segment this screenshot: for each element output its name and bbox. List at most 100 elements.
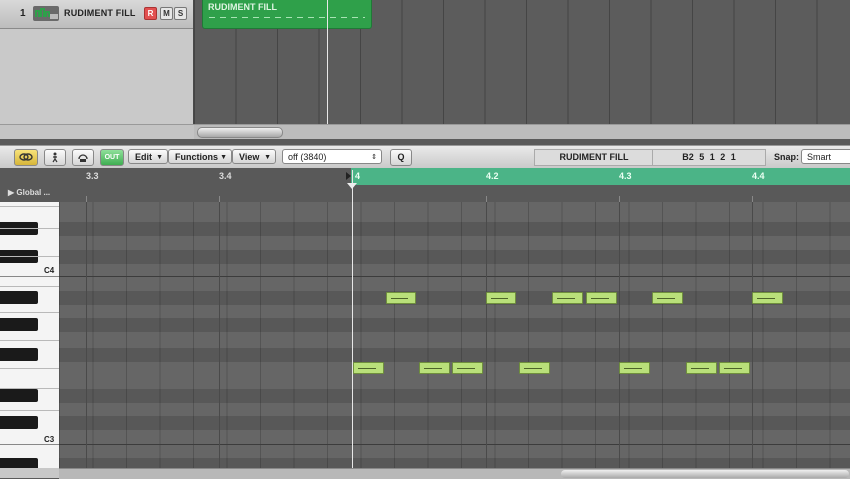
arrange-scroll-thumb[interactable] [197,127,283,138]
black-key-row [59,250,850,264]
beat-line [219,202,220,468]
midi-note[interactable] [586,292,617,304]
ruler-label-4-3: 4.3 [619,171,632,181]
octave-divider [0,444,59,445]
region-note-preview [209,14,365,22]
arrange-horizontal-scrollbar[interactable] [194,124,850,139]
stepper-arrows-icon: ⇕ [371,154,377,161]
black-key[interactable] [0,416,38,429]
black-key-row [59,222,850,236]
walking-man-icon [52,152,58,163]
black-key-row [59,416,850,430]
chevron-down-icon: ▼ [264,154,271,161]
piano-roll-scroll-thumb[interactable] [561,470,849,478]
midi-note[interactable] [419,362,450,374]
record-enable-button[interactable]: R [144,7,157,20]
drum-kit-icon [33,6,59,21]
quantize-value: off (3840) [288,152,327,162]
functions-menu-label: Functions [175,152,218,162]
ruler-label-4: 4 [355,171,361,181]
note-grid[interactable] [59,202,850,468]
snap-label: Snap: [774,152,800,162]
playhead-triangle-icon[interactable] [347,183,357,189]
ruler-label-4-2: 4.2 [486,171,499,181]
quantize-select[interactable]: off (3840) ⇕ [282,149,382,164]
arrange-playhead[interactable] [327,0,328,124]
region-name-display: RUDIMENT FILL [534,149,654,166]
playhead-flag-icon [346,172,351,180]
white-key-divider [0,410,59,411]
beat-line [486,202,487,468]
octave-line [59,276,850,277]
mute-button[interactable]: M [160,7,173,20]
midi-region[interactable]: RUDIMENT FILL [202,0,372,29]
ruler-label-3-4: 3.4 [219,171,232,181]
arrange-area: 1 RUDIMENT FILL R M S RUDIMENT FILL [0,0,850,139]
position-display: B2 5 1 2 1 [652,149,766,166]
black-key[interactable] [0,291,38,304]
catch-playhead-button[interactable] [44,149,66,166]
solo-button[interactable]: S [174,7,187,20]
content-catch-button[interactable] [72,149,94,166]
octave-divider [0,276,59,277]
track-list-footer [0,124,194,139]
midi-out-button[interactable]: OUT [100,149,124,166]
c3-label: C3 [44,435,55,444]
global-tracks-disclosure[interactable]: ▶ Global ... [0,185,59,201]
chevron-down-icon: ▼ [156,154,163,161]
view-menu-label: View [239,152,260,162]
edit-menu[interactable]: Edit ▼ [128,149,168,164]
functions-menu[interactable]: Functions ▼ [168,149,232,164]
bar-ruler[interactable]: 3.3 3.4 4 4.2 4.3 4.4 ▶ Global ... [0,168,850,203]
midi-note[interactable] [719,362,750,374]
black-key[interactable] [0,318,38,331]
black-key-row [59,318,850,332]
playhead[interactable] [352,170,353,478]
piano-roll-horizontal-scrollbar[interactable] [59,468,850,479]
track-name: RUDIMENT FILL [64,8,136,18]
ruler-label-3-3: 3.3 [86,171,99,181]
view-menu[interactable]: View ▼ [232,149,276,164]
link-icon [19,153,33,161]
white-key-divider [0,286,59,287]
white-key-divider [0,228,59,229]
white-key-divider [0,206,59,207]
ruler-label-4-4: 4.4 [752,171,765,181]
chevron-down-icon: ▼ [220,154,227,161]
piano-roll-toolbar: OUT Edit ▼ Functions ▼ View ▼ off (3840) ⇕ Q… [0,145,850,170]
white-key-divider [0,368,59,369]
track-number: 1 [20,8,26,19]
quantize-button[interactable]: Q [390,149,412,166]
black-key-row [59,389,850,403]
midi-note[interactable] [353,362,384,374]
midi-note[interactable] [652,292,683,304]
midi-note[interactable] [486,292,516,304]
link-button[interactable] [14,149,38,166]
beat-line [86,202,87,468]
c4-label: C4 [44,266,55,275]
midi-note[interactable] [619,362,650,374]
region-name: RUDIMENT FILL [208,2,277,12]
white-key-divider [0,340,59,341]
black-key[interactable] [0,389,38,402]
white-key-divider [0,312,59,313]
track-header[interactable]: 1 RUDIMENT FILL R M S [0,0,193,29]
cycle-area[interactable] [351,168,850,185]
edit-menu-label: Edit [135,152,152,162]
midi-note[interactable] [686,362,717,374]
white-key-divider [0,256,59,257]
black-key-row [59,348,850,362]
midi-note[interactable] [452,362,483,374]
midi-note[interactable] [386,292,416,304]
midi-note[interactable] [552,292,583,304]
midi-note[interactable] [752,292,783,304]
snap-select[interactable]: Smart [801,149,850,164]
black-key-row [59,458,850,468]
piano-keyboard[interactable]: C4 C3 [0,202,59,478]
black-key[interactable] [0,348,38,361]
beat-line [752,202,753,468]
keyboard-footer [0,468,59,478]
midi-note[interactable] [519,362,550,374]
loop-icon [78,154,88,162]
track-list-empty-area [0,29,193,124]
